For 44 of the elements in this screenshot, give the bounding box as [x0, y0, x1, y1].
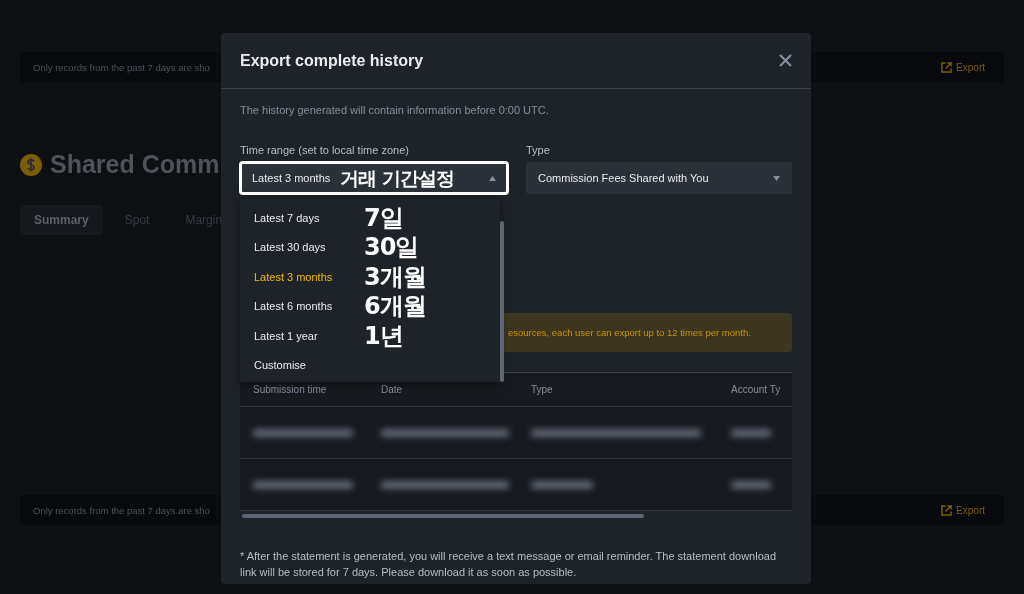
column-header: Submission time: [253, 384, 328, 395]
option-label: Latest 1 year: [254, 329, 319, 342]
dialog-description: The history generated will contain information before 0:00 UTC.: [240, 104, 550, 116]
annotation-label: 7일: [364, 205, 403, 230]
annotation-label: 1년: [364, 323, 403, 348]
scrollbar[interactable]: [500, 221, 504, 382]
annotation-label: 거래 기간설정: [340, 168, 455, 188]
column-header: Account Ty: [731, 384, 782, 395]
option-label: Latest 7 days: [254, 211, 321, 224]
dropdown-option[interactable]: Customise: [240, 350, 500, 380]
column-header: Type: [531, 384, 554, 395]
footnote: * After the statement is generated, you will receive a text message or email reminder. The statement download link will be stored for 7 days. Please download it as soon as possible.: [240, 549, 778, 580]
dropdown-option[interactable]: Latest 30 days 30일: [240, 232, 500, 262]
column-header: Date: [381, 384, 404, 395]
annotation-label: 6개월: [364, 294, 426, 319]
time-range-select[interactable]: Latest 3 months 거래 기간설정: [240, 162, 508, 194]
caret-icon: [489, 175, 496, 181]
notice-text: Only records from the past 7 days are sho: [33, 61, 210, 73]
field-label: Time range (set to local time zone): [240, 144, 410, 156]
select-value: Commission Fees Shared with You: [538, 172, 709, 184]
field-label: Type: [526, 144, 551, 156]
caret-icon: [773, 175, 780, 181]
dollar-coin-icon: [20, 153, 42, 176]
export-icon: [941, 61, 953, 73]
select-value: Latest 3 months: [252, 172, 331, 184]
dropdown-option[interactable]: Latest 6 months 6개월: [240, 291, 500, 321]
dialog-title: Export complete history: [240, 51, 424, 70]
dropdown-option[interactable]: Latest 7 days 7일: [240, 203, 500, 233]
option-label: Customise: [254, 359, 307, 372]
annotation-label: 3개월: [364, 264, 426, 289]
annotation-label: 30일: [364, 235, 419, 260]
dropdown-option[interactable]: Latest 3 months 3개월: [240, 262, 500, 292]
close-icon: [779, 54, 792, 67]
export-icon: [941, 504, 953, 516]
option-label: Latest 6 months: [254, 300, 334, 313]
banner-text: esources, each user can export up to 12 times per month.: [508, 327, 751, 338]
dropdown-option[interactable]: Latest 1 year 1년: [240, 321, 500, 351]
close-button[interactable]: [779, 54, 792, 67]
type-select[interactable]: Commission Fees Shared with You: [526, 162, 792, 194]
page-title: Shared Comm: [50, 150, 220, 179]
notice-text: Only records from the past 7 days are sho: [33, 504, 210, 516]
option-label: Latest 3 months: [254, 270, 334, 283]
scrollbar[interactable]: [242, 514, 644, 518]
option-label: Latest 30 days: [254, 241, 327, 254]
